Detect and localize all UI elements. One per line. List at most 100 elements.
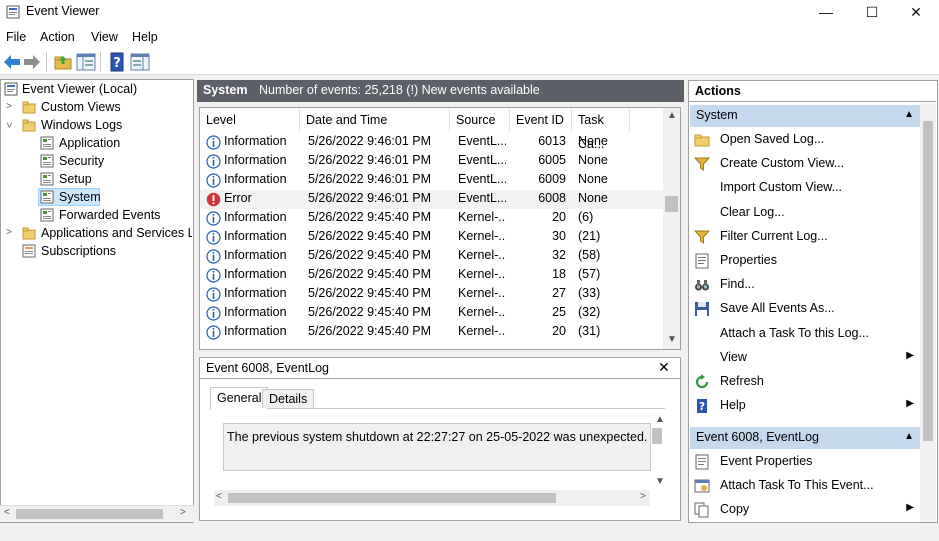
event-row[interactable]: Information 5/26/2022 9:45:40 PM Kernel-..… bbox=[200, 228, 664, 247]
show-hide-console-tree-icon[interactable] bbox=[76, 52, 96, 72]
scroll-left-arrow-icon[interactable]: < bbox=[216, 491, 222, 502]
action-help[interactable]: ? Help ▶ bbox=[690, 394, 920, 418]
actions-section-event[interactable]: Event 6008, EventLog ▲ bbox=[690, 427, 920, 449]
event-detail-header: Event 6008, EventLog ✕ bbox=[199, 357, 681, 379]
event-row[interactable]: Information 5/26/2022 9:45:40 PM Kernel-..… bbox=[200, 209, 664, 228]
detail-horizontal-scrollbar[interactable]: < > bbox=[214, 490, 650, 506]
cell-source: Kernel-... bbox=[458, 248, 506, 262]
cell-event-id: 6009 bbox=[538, 172, 566, 186]
tab-general[interactable]: General bbox=[210, 387, 269, 410]
information-icon bbox=[206, 325, 221, 340]
event-row[interactable]: Information 5/26/2022 9:45:40 PM Kernel-..… bbox=[200, 304, 664, 323]
scrollbar-thumb[interactable] bbox=[665, 196, 678, 212]
event-row[interactable]: Error 5/26/2022 9:46:01 PM EventL... 6008 No… bbox=[200, 190, 664, 209]
tree-item-windows-logs[interactable]: > Windows Logs bbox=[2, 116, 192, 134]
tree-item-security[interactable]: Security bbox=[38, 152, 178, 170]
action-open-saved-log[interactable]: Open Saved Log... bbox=[690, 128, 920, 152]
collapse-caret-icon[interactable]: ▲ bbox=[904, 109, 914, 120]
tree-item-custom-views[interactable]: > Custom Views bbox=[2, 98, 192, 116]
action-attach-task-to-this-event[interactable]: Attach Task To This Event... bbox=[690, 474, 920, 498]
tree-item-system[interactable]: System bbox=[38, 188, 101, 206]
action-attach-a-task-to-this-log[interactable]: Attach a Task To this Log... bbox=[690, 322, 920, 346]
tree-item-root[interactable]: Event Viewer (Local) bbox=[2, 80, 192, 98]
scroll-down-arrow-icon[interactable]: ▼ bbox=[655, 476, 665, 487]
tab-details[interactable]: Details bbox=[262, 389, 315, 408]
column-header-date-time[interactable]: Date and Time bbox=[300, 108, 450, 132]
action-import-custom-view[interactable]: Import Custom View... bbox=[690, 176, 920, 200]
tree-horizontal-scrollbar[interactable]: < > bbox=[0, 505, 194, 522]
action-filter-current-log[interactable]: Filter Current Log... bbox=[690, 225, 920, 249]
event-row[interactable]: Information 5/26/2022 9:45:40 PM Kernel-..… bbox=[200, 323, 664, 342]
tree-item-application[interactable]: Application bbox=[38, 134, 178, 152]
scroll-right-arrow-icon[interactable]: > bbox=[640, 491, 646, 502]
event-row[interactable]: Information 5/26/2022 9:46:01 PM EventL...… bbox=[200, 171, 664, 190]
cell-task-category: None bbox=[578, 134, 608, 148]
column-header-event-id[interactable]: Event ID bbox=[510, 108, 572, 132]
menu-action[interactable]: Action bbox=[40, 30, 75, 44]
tree-item-subscriptions[interactable]: Subscriptions bbox=[2, 242, 192, 260]
action-label: Find... bbox=[720, 277, 755, 292]
scroll-left-arrow-icon[interactable]: < bbox=[4, 507, 10, 518]
column-header-task-category[interactable]: Task Ca... bbox=[572, 108, 630, 151]
forward-arrow-icon[interactable] bbox=[22, 52, 42, 72]
action-view[interactable]: View ▶ bbox=[690, 346, 920, 370]
message-scrollbar-thumb[interactable] bbox=[652, 428, 662, 444]
action-copy[interactable]: Copy ▶ bbox=[690, 498, 920, 522]
column-header-source[interactable]: Source bbox=[450, 108, 510, 132]
events-vertical-scrollbar[interactable]: ▲ ▼ bbox=[663, 108, 680, 349]
close-button[interactable]: ✕ bbox=[893, 0, 939, 24]
information-icon bbox=[206, 249, 221, 264]
event-row[interactable]: Information 5/26/2022 9:45:40 PM Kernel-..… bbox=[200, 247, 664, 266]
log-icon bbox=[40, 208, 54, 222]
cell-level: Information bbox=[224, 248, 287, 262]
show-hide-action-pane-icon[interactable] bbox=[130, 52, 150, 72]
expand-chevron-icon[interactable]: > bbox=[6, 98, 12, 116]
tree-item-applications-and-services[interactable]: > Applications and Services Lo bbox=[2, 224, 192, 242]
close-detail-icon[interactable]: ✕ bbox=[658, 359, 670, 376]
event-row[interactable]: Information 5/26/2022 9:46:01 PM EventL...… bbox=[200, 133, 664, 152]
menu-view[interactable]: View bbox=[91, 30, 118, 44]
action-save-all-events-as[interactable]: Save All Events As... bbox=[690, 297, 920, 321]
event-row[interactable]: Information 5/26/2022 9:45:40 PM Kernel-..… bbox=[200, 285, 664, 304]
event-row[interactable]: Information 5/26/2022 9:46:01 PM EventL...… bbox=[200, 152, 664, 171]
filter-icon bbox=[694, 230, 710, 244]
cell-task-category: (58) bbox=[578, 248, 601, 262]
action-clear-log[interactable]: Clear Log... bbox=[690, 201, 920, 225]
cell-task-category: None bbox=[578, 153, 608, 167]
scroll-up-arrow-icon[interactable]: ▲ bbox=[667, 110, 677, 121]
scroll-down-arrow-icon[interactable]: ▼ bbox=[667, 334, 677, 345]
maximize-button[interactable]: ☐ bbox=[849, 0, 895, 24]
scroll-up-arrow-icon[interactable]: ▲ bbox=[655, 414, 665, 425]
column-header-level[interactable]: Level bbox=[200, 108, 300, 132]
event-row[interactable]: Information 5/26/2022 9:45:40 PM Kernel-..… bbox=[200, 266, 664, 285]
tree-label: Event Viewer (Local) bbox=[22, 82, 138, 96]
tree-item-forwarded-events[interactable]: Forwarded Events bbox=[38, 206, 188, 224]
actions-section-system[interactable]: System ▲ bbox=[690, 105, 920, 127]
cell-date-time: 5/26/2022 9:46:01 PM bbox=[308, 191, 432, 205]
action-create-custom-view[interactable]: Create Custom View... bbox=[690, 152, 920, 176]
action-refresh[interactable]: Refresh bbox=[690, 370, 920, 394]
scrollbar-thumb[interactable] bbox=[923, 121, 933, 441]
actions-vertical-scrollbar[interactable] bbox=[920, 103, 936, 522]
minimize-button[interactable]: — bbox=[803, 0, 849, 24]
menu-file[interactable]: File bbox=[6, 30, 26, 44]
action-find[interactable]: Find... bbox=[690, 273, 920, 297]
scroll-right-arrow-icon[interactable]: > bbox=[180, 507, 186, 518]
back-arrow-icon[interactable] bbox=[2, 52, 22, 72]
log-name: System bbox=[203, 83, 248, 97]
up-folder-icon[interactable] bbox=[53, 52, 73, 72]
event-detail-title: Event 6008, EventLog bbox=[206, 361, 330, 375]
cell-task-category: (6) bbox=[578, 210, 594, 224]
expand-chevron-icon[interactable]: > bbox=[6, 224, 12, 242]
action-event-properties[interactable]: Event Properties bbox=[690, 450, 920, 474]
scrollbar-thumb[interactable] bbox=[16, 509, 163, 519]
tree-item-setup[interactable]: Setup bbox=[38, 170, 178, 188]
collapse-caret-icon[interactable]: ▲ bbox=[904, 431, 914, 442]
action-label: Clear Log... bbox=[720, 204, 785, 219]
scrollbar-thumb[interactable] bbox=[228, 493, 556, 503]
event-message-box[interactable]: The previous system shutdown at 22:27:27… bbox=[223, 423, 662, 471]
menu-help[interactable]: Help bbox=[132, 30, 158, 44]
help-book-icon[interactable]: ? bbox=[107, 52, 127, 72]
action-properties[interactable]: Properties bbox=[690, 249, 920, 273]
collapse-chevron-icon[interactable]: > bbox=[0, 122, 17, 128]
